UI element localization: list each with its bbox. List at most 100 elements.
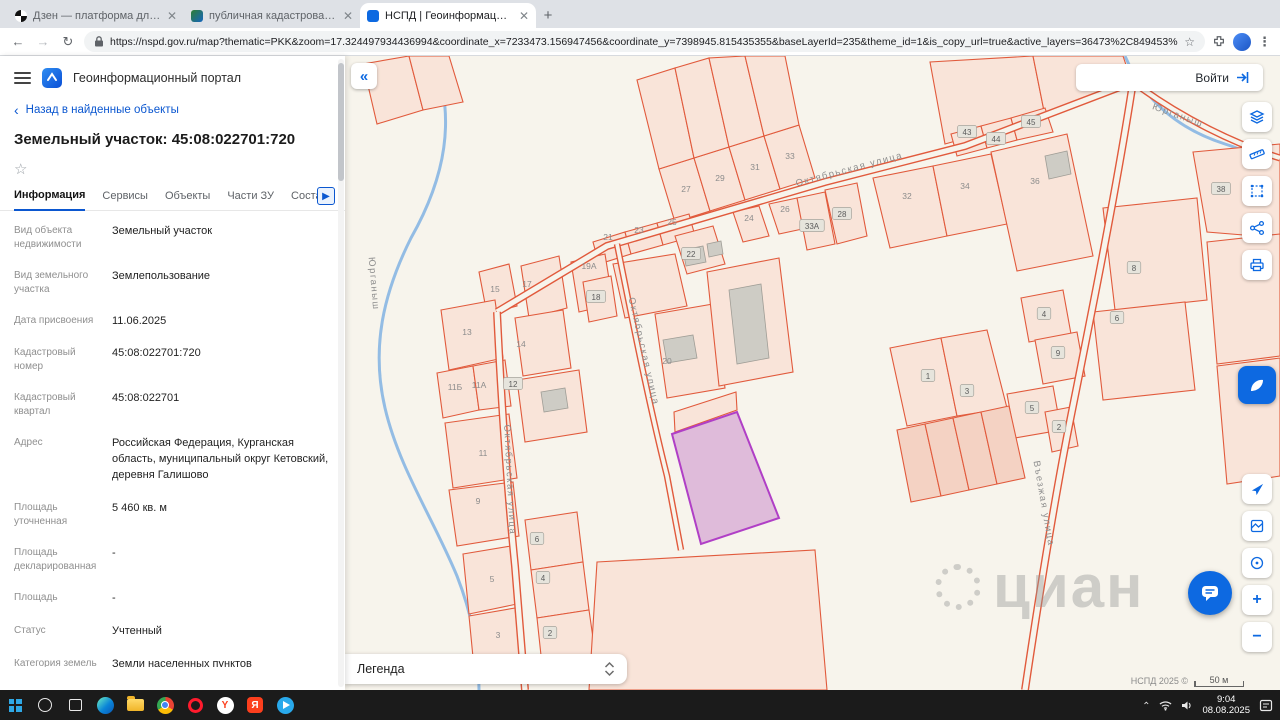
parcel[interactable] xyxy=(1102,197,1208,311)
taskbar-app-yandex-browser[interactable]: Y xyxy=(210,690,240,720)
parcel-number-label: 31 xyxy=(750,162,760,172)
login-button[interactable]: Войти xyxy=(1076,64,1263,91)
map-area[interactable]: 27 29 31 33 38 21 23 25 22 24 26 33А 28 32 34 36 43 44 45 1… xyxy=(345,56,1280,690)
favorite-star-icon[interactable]: ☆ xyxy=(0,151,345,182)
minimap-icon xyxy=(1250,519,1264,533)
parcel[interactable] xyxy=(1092,301,1196,401)
collapse-panel-button[interactable]: « xyxy=(351,63,377,89)
tab-services[interactable]: Сервисы xyxy=(102,190,148,210)
scale-bar: 50 м xyxy=(1194,675,1244,687)
task-view-button[interactable] xyxy=(60,690,90,720)
windows-icon xyxy=(8,698,22,712)
back-button[interactable]: ← xyxy=(9,34,27,49)
scrollbar-thumb[interactable] xyxy=(338,63,344,181)
tabs-scroll-next-button[interactable]: ▶ xyxy=(317,187,335,205)
browser-menu-icon[interactable]: ⋮ xyxy=(1258,34,1271,50)
taskbar: Y Я ⌃ 9:04 08.08.2025 xyxy=(0,690,1280,720)
menu-icon[interactable] xyxy=(14,72,31,84)
parcel-number-label: 6 xyxy=(535,535,540,544)
building xyxy=(540,387,569,413)
tab-parcel-parts[interactable]: Части ЗУ xyxy=(227,190,274,210)
taskbar-app-telegram[interactable] xyxy=(270,690,300,720)
legend-bar[interactable]: Легенда xyxy=(345,654,627,684)
browser-tab-dzen[interactable]: Дзен — платформа для просмо ✕ xyxy=(8,3,184,28)
measure-button[interactable] xyxy=(1242,139,1272,169)
parcel[interactable] xyxy=(436,365,480,419)
attributes-list: Вид объекта недвижимости Земельный участо… xyxy=(0,211,345,668)
parcel-number-label: 3 xyxy=(496,630,501,640)
login-arrow-icon xyxy=(1237,72,1249,83)
reload-button[interactable]: ↻ xyxy=(59,34,77,50)
tray-expand-icon[interactable]: ⌃ xyxy=(1142,701,1150,712)
parcel-number-label: 17 xyxy=(522,279,532,289)
map-toolbar-bottom: + − xyxy=(1242,474,1272,652)
collapse-panel-icon: « xyxy=(359,67,369,85)
parcel-number-label: 5 xyxy=(490,574,495,584)
tab-objects[interactable]: Объекты xyxy=(165,190,210,210)
back-link[interactable]: ‹ Назад в найденные объекты xyxy=(0,96,345,124)
measure-area-button[interactable] xyxy=(1242,176,1272,206)
my-location-button[interactable] xyxy=(1242,474,1272,504)
taskbar-app-edge[interactable] xyxy=(90,690,120,720)
share-button[interactable] xyxy=(1242,213,1272,243)
measure-area-icon xyxy=(1250,184,1264,198)
field-row: Дата присвоения 11.06.2025 xyxy=(14,314,167,327)
action-center-icon[interactable] xyxy=(1259,699,1273,712)
new-tab-button[interactable]: + xyxy=(536,3,560,27)
zoom-in-button[interactable]: + xyxy=(1242,585,1272,615)
start-button[interactable] xyxy=(0,690,30,720)
network-icon[interactable] xyxy=(1159,700,1172,711)
forward-button[interactable]: → xyxy=(34,34,52,49)
cadastral-map[interactable]: 272931333821232522242633А283234 364344451… xyxy=(345,56,1280,690)
parcel-number-label: 8 xyxy=(1132,264,1137,273)
selected-parcel[interactable] xyxy=(670,410,781,546)
file-explorer-icon xyxy=(126,696,144,711)
bookmark-star-icon[interactable]: ☆ xyxy=(1184,35,1195,49)
layers-button[interactable] xyxy=(1242,102,1272,132)
tab-close-icon[interactable]: ✕ xyxy=(343,10,353,22)
taskbar-app-yandex[interactable]: Я xyxy=(240,690,270,720)
parcel-number-label: 33А xyxy=(805,222,820,231)
taskbar-app-chrome[interactable] xyxy=(150,690,180,720)
minimap-button[interactable] xyxy=(1242,511,1272,541)
browser-tab-nspd[interactable]: НСПД | Геоинформационный п ✕ xyxy=(360,3,536,28)
parcel-number-label: 12 xyxy=(509,380,518,389)
print-button[interactable] xyxy=(1242,250,1272,280)
zoom-out-button[interactable]: − xyxy=(1242,622,1272,652)
parcel[interactable] xyxy=(530,561,590,619)
parcel-number-label: 2 xyxy=(548,629,553,638)
tab-close-icon[interactable]: ✕ xyxy=(167,10,177,22)
parcel-number-label: 9 xyxy=(1056,349,1061,358)
browser-tab-pkk[interactable]: публичная кадастровая карта - ✕ xyxy=(184,3,360,28)
parcel-number-label: 28 xyxy=(838,210,847,219)
tab-close-icon[interactable]: ✕ xyxy=(519,10,529,22)
parcel[interactable] xyxy=(990,133,1094,272)
clock[interactable]: 9:04 08.08.2025 xyxy=(1202,694,1250,716)
parcel-number-label: 29 xyxy=(715,173,725,183)
taskbar-app-opera[interactable] xyxy=(180,690,210,720)
building xyxy=(706,240,724,258)
profile-avatar[interactable] xyxy=(1233,32,1251,51)
parcel-number-label: 20 xyxy=(662,356,672,366)
parcel-number-label: 32 xyxy=(902,191,912,201)
tab-information[interactable]: Информация xyxy=(14,189,86,211)
address-bar[interactable]: https://nspd.gov.ru/map?thematic=PKK&zoo… xyxy=(84,31,1205,52)
extensions-icon[interactable] xyxy=(1212,35,1226,49)
parcel-number-label: 11 xyxy=(479,448,488,458)
parcel-number-label: 26 xyxy=(780,204,790,214)
radius-tool-button[interactable] xyxy=(1242,548,1272,578)
panel-scrollbar[interactable] xyxy=(338,59,344,687)
parcel-number-label: 36 xyxy=(1030,176,1040,186)
pkk-favicon xyxy=(191,9,203,22)
parcel[interactable] xyxy=(440,299,504,371)
taskbar-app-explorer[interactable] xyxy=(120,690,150,720)
active-tool-button[interactable] xyxy=(1238,366,1276,404)
yandex-icon: Я xyxy=(247,697,263,713)
volume-icon[interactable] xyxy=(1181,700,1193,711)
field-row: Кадастровый квартал 45:08:022701 xyxy=(14,392,180,418)
parcel-number-label: 33 xyxy=(785,151,795,161)
opera-icon xyxy=(187,697,203,713)
support-chat-button[interactable] xyxy=(1188,571,1232,615)
search-button[interactable] xyxy=(30,690,60,720)
draw-tool-icon xyxy=(1251,379,1263,391)
